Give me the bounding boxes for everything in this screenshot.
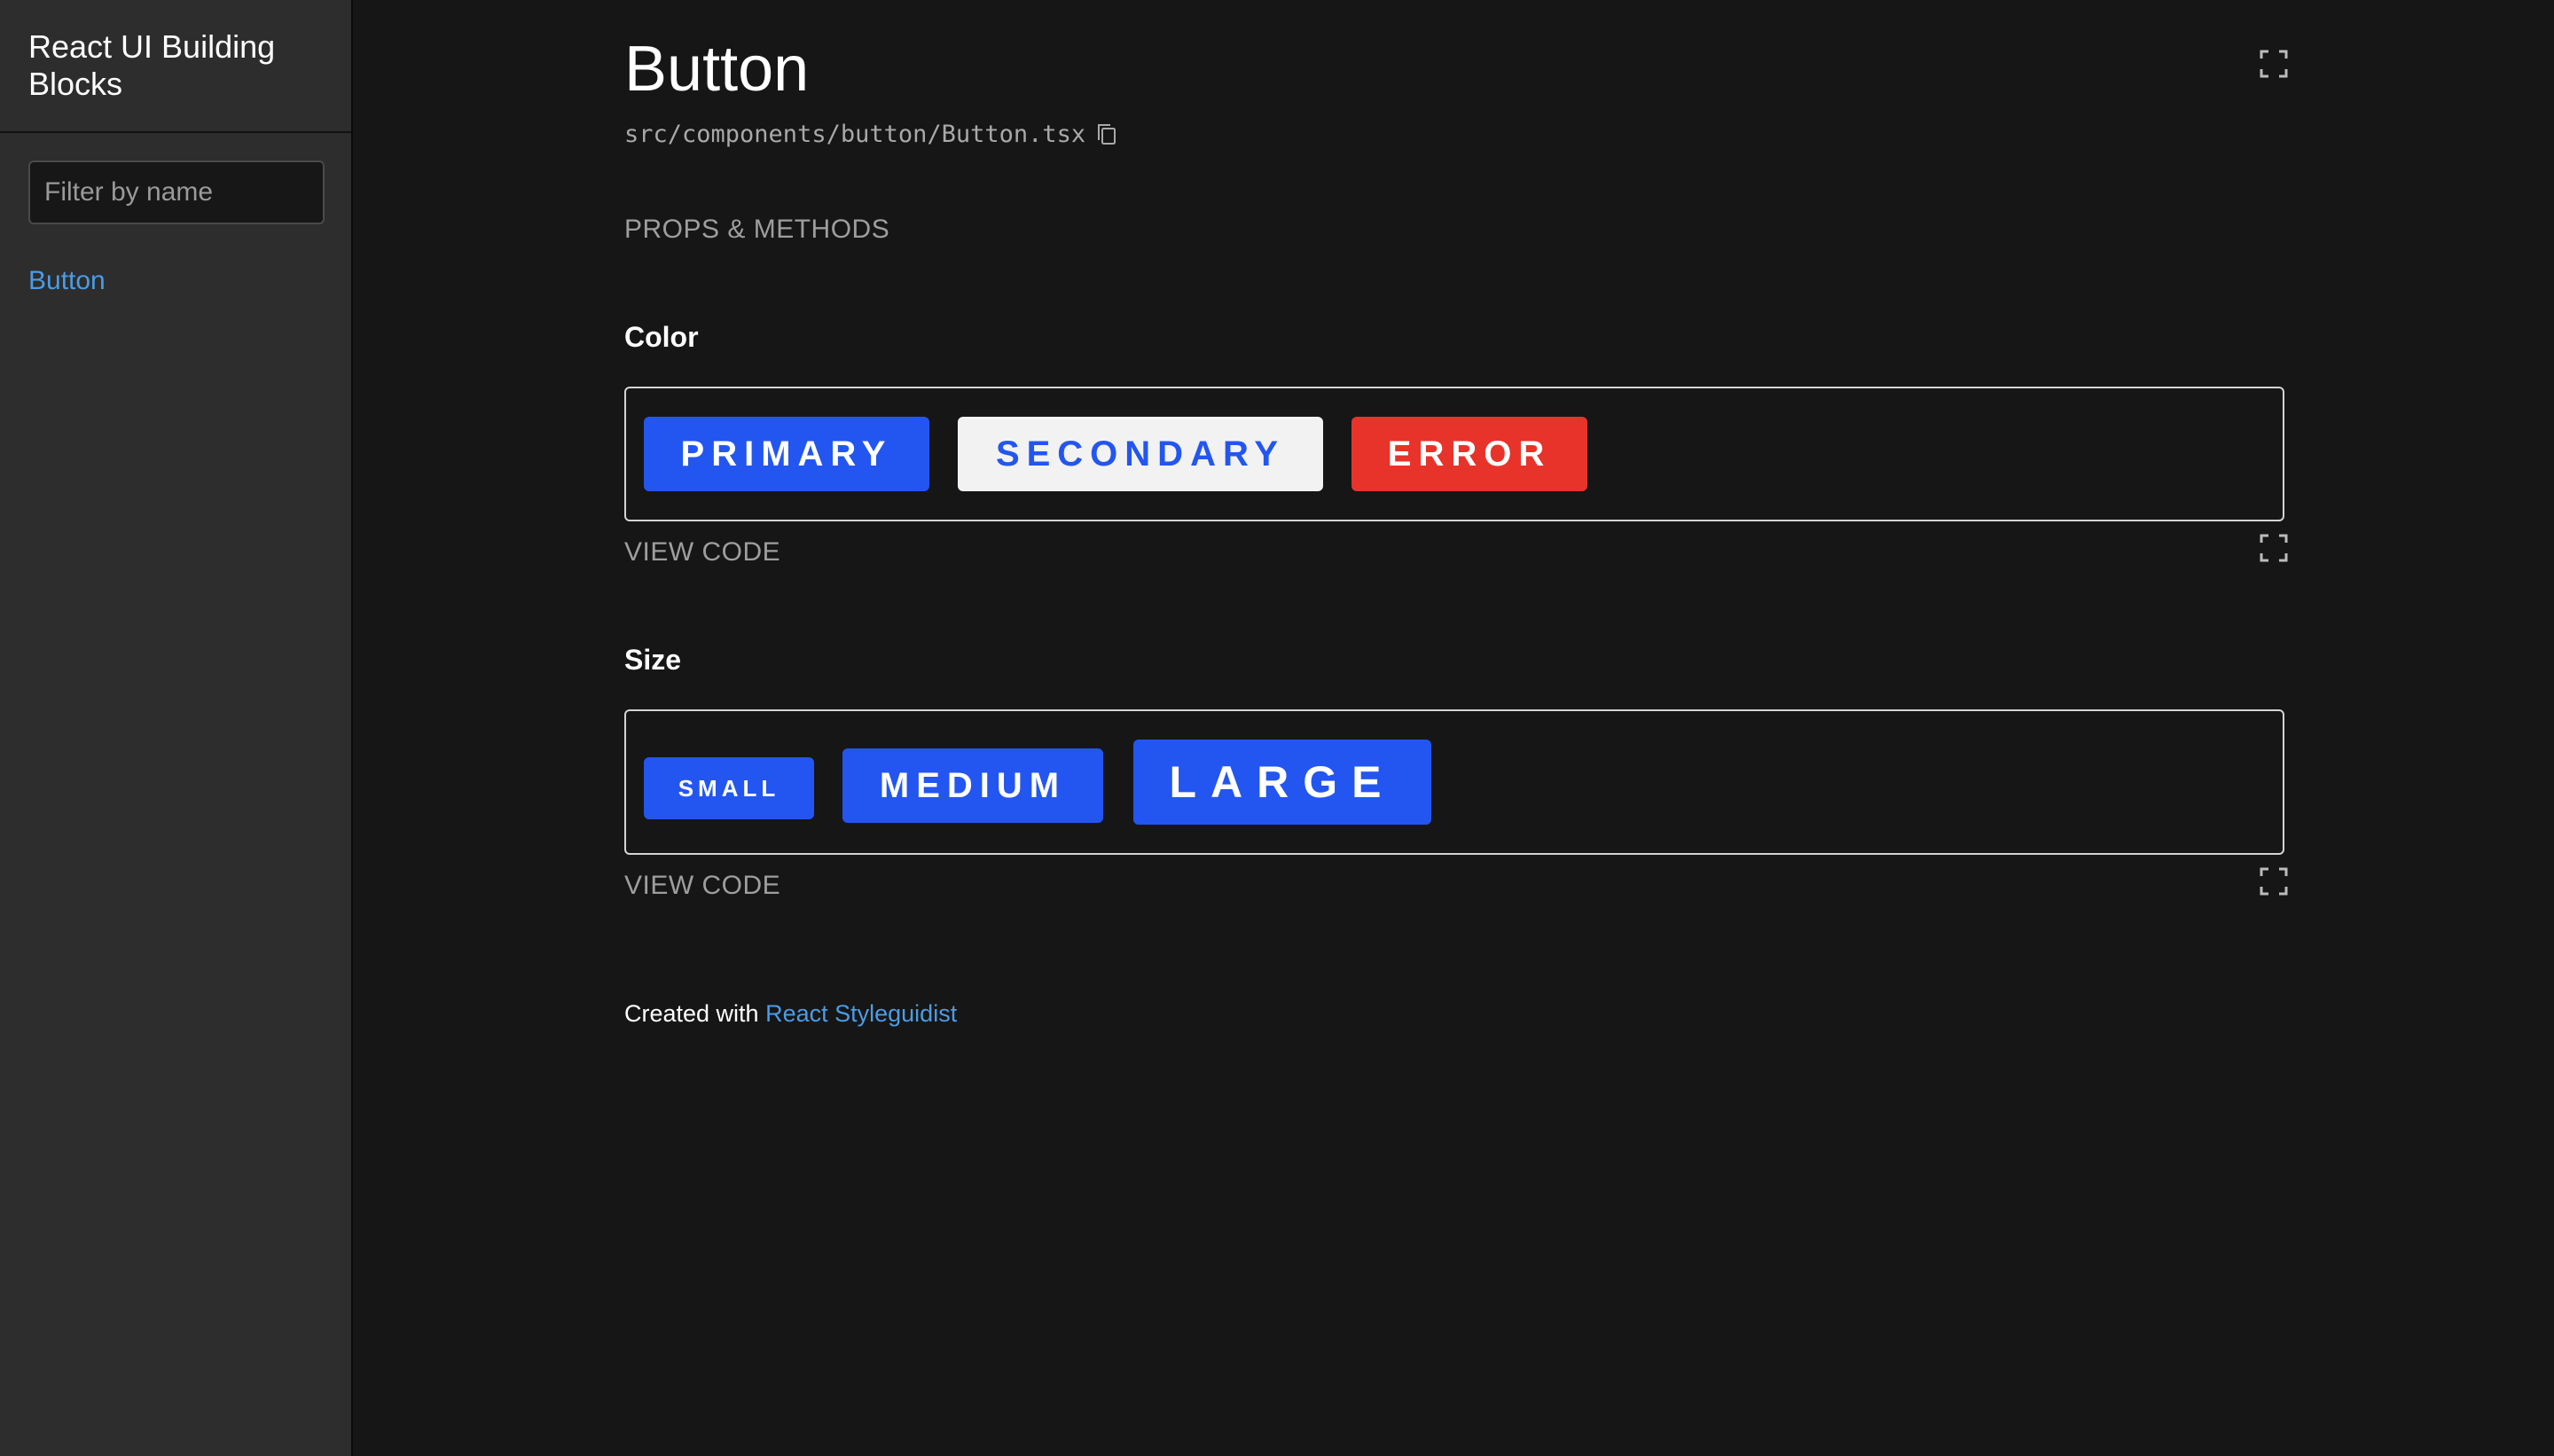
large-button[interactable]: LARGE [1133,740,1431,825]
sidebar-header: React UI Building Blocks [0,0,351,133]
copy-icon[interactable] [1096,122,1117,147]
small-button[interactable]: SMALL [644,757,814,819]
app-root: React UI Building Blocks Button Button s… [0,0,2554,1456]
sidebar: React UI Building Blocks Button [0,0,353,1456]
example-preview-size: SMALL MEDIUM LARGE [624,709,2284,855]
sidebar-item-button: Button [28,266,106,296]
file-path: src/components/button/Button.tsx [624,121,1086,148]
footer: Created with React Styleguidist [624,1000,957,1028]
props-methods-toggle[interactable]: PROPS & METHODS [624,215,889,245]
styleguidist-link[interactable]: React Styleguidist [765,1000,957,1027]
section-heading-size[interactable]: Size [624,644,681,677]
page-title: Button [624,34,810,105]
sidebar-nav: Button [28,266,106,296]
sidebar-link-button[interactable]: Button [28,266,106,295]
footer-prefix: Created with [624,1000,759,1027]
example-preview-color: PRIMARY SECONDARY ERROR [624,387,2284,521]
fullscreen-icon[interactable] [2260,867,2288,896]
secondary-button[interactable]: SECONDARY [958,417,1323,491]
view-code-color[interactable]: VIEW CODE [624,537,780,568]
fullscreen-icon[interactable] [2260,50,2288,78]
view-code-size[interactable]: VIEW CODE [624,871,780,901]
app-logo-title[interactable]: React UI Building Blocks [28,28,312,103]
fullscreen-icon[interactable] [2260,534,2288,562]
file-path-row: src/components/button/Button.tsx [624,121,1117,148]
section-heading-color[interactable]: Color [624,321,699,354]
medium-button[interactable]: MEDIUM [842,748,1103,823]
error-button[interactable]: ERROR [1351,417,1587,491]
filter-by-name-input[interactable] [28,160,325,224]
primary-button[interactable]: PRIMARY [644,417,929,491]
